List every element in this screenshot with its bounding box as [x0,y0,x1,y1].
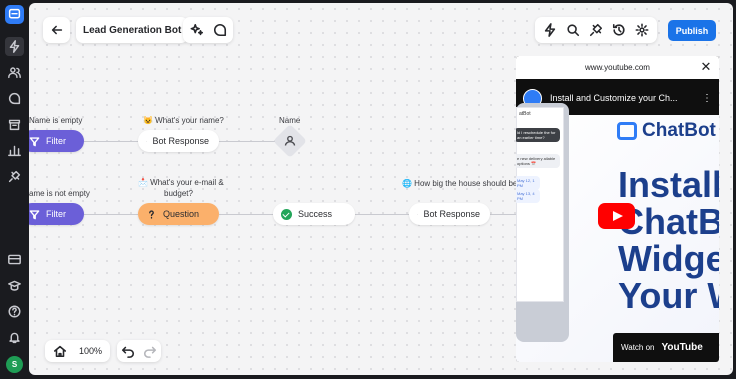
bot-name[interactable]: Lead Generation Bot [76,25,188,36]
phone-chip: May 13, 4 PM [516,189,540,203]
back-button[interactable] [43,17,70,43]
chatbot-logo-icon [617,122,637,140]
phone-bubble: ld I reschedule the for an earlier time? [516,128,560,142]
more-vertical-icon[interactable]: ⋮ [702,93,712,104]
sidebar: S [0,0,29,379]
phone-mockup: atBot ld I reschedule the for an earlier… [516,107,564,302]
brand-text: ChatBot [642,120,716,141]
bot-response-title: 😺 What's your name? [143,116,224,125]
watch-on-youtube[interactable]: Watch on YouTube [613,333,719,362]
video-url: www.youtube.com [585,63,650,72]
users-icon[interactable] [5,63,24,82]
app-window: S Lead Generation Bot Publish Name is em… [0,0,736,379]
flash-icon[interactable] [539,19,561,41]
node-label: Success [298,209,333,219]
video-url-bar: www.youtube.com ✕ [516,56,719,79]
chat-icon[interactable] [5,89,24,108]
video-title[interactable]: Install and Customize your Ch... [550,93,700,103]
node-label: Filter [46,136,66,146]
settings-gear-icon[interactable] [631,19,653,41]
user-attribute-icon [282,133,298,149]
flash-icon[interactable] [5,37,24,56]
ai-tools-card [183,17,233,43]
node-label: Bot Response [423,209,480,219]
youtube-logo-text: YouTube [661,342,703,353]
filter-node[interactable]: Filter [29,203,84,225]
zoom-level[interactable]: 100% [71,346,110,356]
headline-line: Your W [618,275,719,316]
academy-icon[interactable] [5,276,24,295]
integrations-icon[interactable] [5,167,24,186]
publish-button[interactable]: Publish [668,20,716,41]
question-title-line: budget? [164,189,193,198]
node-label: Bot Response [152,136,209,146]
headline-line: Install [618,164,719,205]
undo-icon[interactable] [117,340,139,362]
bot-name-card[interactable]: Lead Generation Bot [76,17,189,43]
toolbar-card [535,17,657,43]
phone-bubble: e new delivery ailable options 📅 [516,154,560,168]
bot-response-node[interactable]: Bot Response [409,203,490,225]
watch-on-text: Watch on [621,343,655,352]
headline-line: Widge [618,238,719,279]
connector [219,214,273,215]
chatbot-logo-icon[interactable] [5,5,24,24]
question-title: 📩 What's your e-mail & budget? [138,177,224,199]
node-label: Question [163,209,200,219]
search-icon[interactable] [562,19,584,41]
arrow-left-icon [46,19,68,41]
help-icon[interactable] [5,302,24,321]
reports-icon[interactable] [5,141,24,160]
zoom-card: 100% [45,340,111,362]
filter-node[interactable]: Filter [29,130,84,152]
phone-chip: May 12, 1 PM [516,176,540,190]
billing-icon[interactable] [5,250,24,269]
check-circle-icon [281,208,292,220]
video-thumbnail[interactable]: atBot ld I reschedule the for an earlier… [516,103,719,362]
chatbot-brand: ChatBot [617,120,716,142]
youtube-video-popup[interactable]: www.youtube.com ✕ Install and Customize … [516,56,719,362]
filter-icon [29,209,40,219]
history-icon[interactable] [608,19,630,41]
avatar[interactable]: S [6,356,23,373]
connector [219,141,275,142]
close-icon[interactable]: ✕ [699,59,713,74]
history-card [117,340,161,362]
filter-condition-label: ame is not empty [29,189,90,198]
archive-icon[interactable] [5,115,24,134]
question-node[interactable]: Question [138,203,219,225]
filter-icon [29,136,40,146]
connector [84,141,138,142]
bot-response-node[interactable]: Bot Response [138,130,219,152]
comment-icon[interactable] [209,19,231,41]
phone-header: atBot [519,111,531,117]
connector [84,214,138,215]
filter-condition-label: Name is empty [29,116,83,125]
flow-canvas[interactable]: Lead Generation Bot Publish Name is empt… [29,3,733,375]
sparkles-icon[interactable] [186,19,208,41]
question-mark-icon [149,209,154,219]
home-icon[interactable] [49,340,71,362]
youtube-play-icon[interactable] [598,203,635,229]
connector [355,214,409,215]
bot-response-title: 🌐 How big the house should be [402,179,518,188]
integration-plug-icon[interactable] [585,19,607,41]
success-node[interactable]: Success [273,203,355,225]
notifications-icon[interactable] [5,328,24,347]
node-label: Filter [46,209,66,219]
redo-icon[interactable] [139,340,161,362]
question-title-line: 📩 What's your e-mail & [138,178,224,187]
